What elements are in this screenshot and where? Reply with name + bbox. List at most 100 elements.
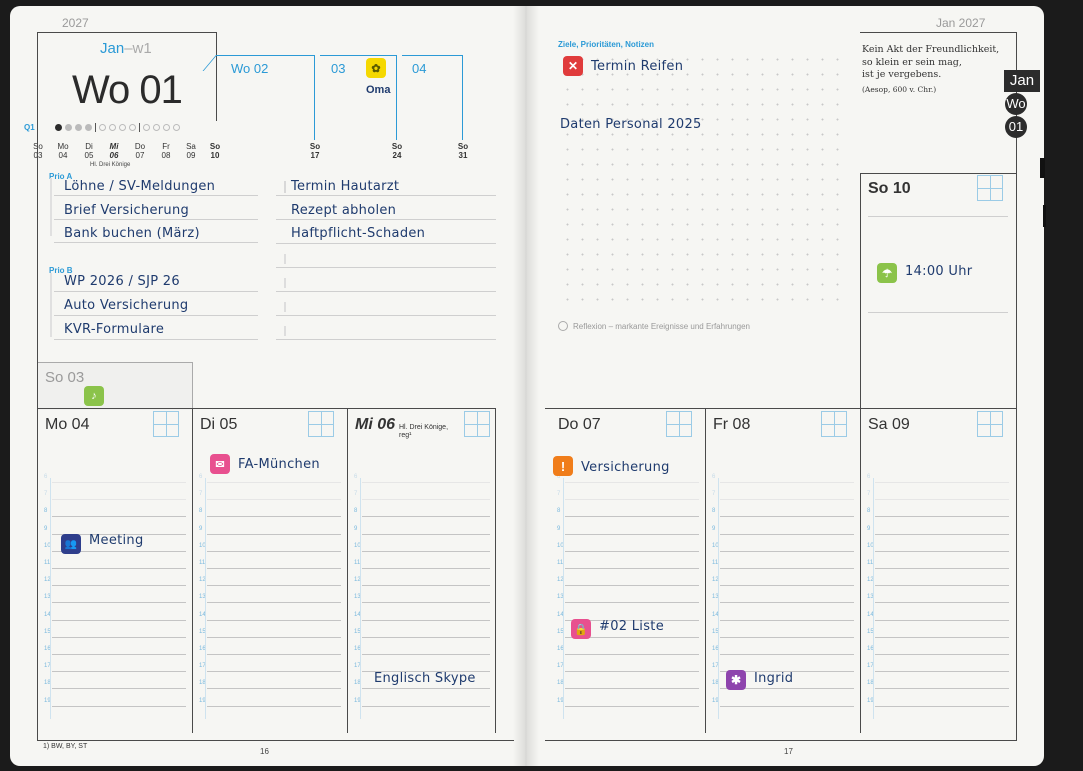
entry-fa-muenchen[interactable]: FA-München [238,457,320,472]
hour-row[interactable] [207,585,341,587]
goal-termin-reifen[interactable]: Termin Reifen [591,59,683,74]
task-item[interactable]: Termin Hautarzt [291,179,399,194]
hour-row[interactable] [565,688,699,690]
task-item[interactable]: Rezept abholen [291,203,396,218]
task-item[interactable]: KVR-Formulare [64,322,164,337]
hour-row[interactable] [362,516,490,518]
mood-grid[interactable] [977,175,1003,201]
hour-row[interactable] [52,705,186,707]
hour-row[interactable] [362,499,490,501]
hour-row[interactable] [875,636,1009,638]
hour-row[interactable] [362,602,490,604]
hour-row[interactable] [362,705,490,707]
hour-row[interactable] [875,602,1009,604]
hour-row[interactable] [52,619,186,621]
hour-row[interactable] [52,585,186,587]
hour-row[interactable] [362,654,490,655]
hour-row[interactable] [362,568,490,569]
hour-row[interactable] [52,482,186,483]
hour-row[interactable] [875,654,1009,655]
hour-row[interactable] [565,482,699,483]
tab-week-num[interactable]: 01 [1005,116,1027,138]
hour-row[interactable] [720,499,854,501]
hour-row[interactable] [207,688,341,690]
hour-row[interactable] [207,671,341,673]
hour-row[interactable] [52,568,186,569]
hour-row[interactable] [875,671,1009,673]
hour-row[interactable] [720,619,854,621]
hour-row[interactable] [875,619,1009,621]
hour-row[interactable] [720,516,854,518]
hour-row[interactable] [362,482,490,483]
hour-row[interactable] [207,516,341,518]
tab-month[interactable]: Jan [1004,70,1040,92]
hour-row[interactable] [875,585,1009,587]
task-item[interactable]: Brief Versicherung [64,203,189,218]
hour-row[interactable] [720,585,854,587]
hour-row[interactable] [565,568,699,569]
hour-row[interactable] [720,482,854,483]
hour-row[interactable] [875,533,1009,535]
hour-row[interactable] [362,550,490,552]
hour-row[interactable] [52,602,186,604]
hour-row[interactable] [565,602,699,604]
task-item[interactable]: Löhne / SV-Meldungen [64,179,215,194]
hour-row[interactable] [565,533,699,535]
mood-grid[interactable] [977,411,1003,437]
task-item[interactable]: WP 2026 / SJP 26 [64,274,180,289]
hour-row[interactable] [52,516,186,518]
hour-row[interactable] [52,688,186,690]
tab-week-02[interactable]: Wo 02 [231,61,268,76]
hour-row[interactable] [875,705,1009,707]
hour-row[interactable] [720,568,854,569]
hour-row[interactable] [565,654,699,655]
hour-row[interactable] [207,654,341,655]
hour-row[interactable] [362,585,490,587]
hour-row[interactable] [207,602,341,604]
hour-row[interactable] [565,671,699,673]
tab-wo[interactable]: Wo [1005,93,1027,115]
hour-row[interactable] [362,688,490,690]
hour-row[interactable] [362,636,490,638]
task-item[interactable]: Auto Versicherung [64,298,189,313]
entry-liste[interactable]: #02 Liste [599,619,664,634]
hour-row[interactable] [52,654,186,655]
hour-row[interactable] [875,499,1009,501]
hour-row[interactable] [720,705,854,707]
hour-row[interactable] [565,550,699,552]
hour-row[interactable] [720,550,854,552]
hour-row[interactable] [565,705,699,707]
hour-row[interactable] [207,636,341,638]
entry-ingrid[interactable]: Ingrid [754,671,793,686]
task-item[interactable]: Bank buchen (März) [64,226,200,241]
hour-row[interactable] [720,636,854,638]
hour-row[interactable] [207,533,341,535]
mood-grid[interactable] [821,411,847,437]
entry-meeting[interactable]: Meeting [89,533,144,548]
entry-14-uhr[interactable]: 14:00 Uhr [905,264,972,279]
hour-row[interactable] [207,499,341,501]
goal-daten-personal[interactable]: Daten Personal 2025 [560,117,702,132]
hour-row[interactable] [720,654,854,655]
entry-versicherung[interactable]: Versicherung [581,460,670,475]
hour-row[interactable] [362,533,490,535]
hour-row[interactable] [875,688,1009,690]
entry-englisch-skype[interactable]: Englisch Skype [374,671,476,686]
hour-row[interactable] [875,550,1009,552]
hour-row[interactable] [565,585,699,587]
hour-row[interactable] [875,516,1009,518]
tab-week-04[interactable]: 04 [412,61,426,76]
hour-row[interactable] [362,619,490,621]
hour-row[interactable] [52,636,186,638]
hour-row[interactable] [565,499,699,501]
hour-row[interactable] [207,568,341,569]
task-item[interactable]: Haftpflicht-Schaden [291,226,425,241]
mood-grid[interactable] [464,411,490,437]
mood-grid[interactable] [308,411,334,437]
hour-row[interactable] [875,568,1009,569]
mood-grid[interactable] [666,411,692,437]
hour-row[interactable] [565,516,699,518]
hour-row[interactable] [875,482,1009,483]
mood-grid[interactable] [153,411,179,437]
hour-row[interactable] [720,533,854,535]
